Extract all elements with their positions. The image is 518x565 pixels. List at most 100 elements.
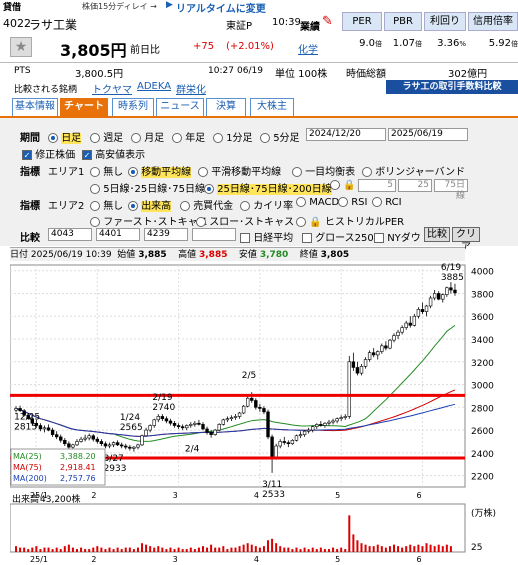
ma-set-5-25-75-radio[interactable] <box>90 184 100 194</box>
high-low-checkbox[interactable]: ✓ <box>82 150 92 160</box>
period-daily[interactable]: 日足 <box>48 129 82 144</box>
date-to-input[interactable]: 2025/06/19 <box>388 128 468 141</box>
area2-volume[interactable]: 出来高 <box>128 197 172 212</box>
compare-button[interactable]: 比較 <box>424 227 450 242</box>
area2-deviation-radio[interactable] <box>240 201 250 211</box>
area1-bollinger[interactable]: ボリンジャーバンド <box>362 163 465 178</box>
industry-link[interactable]: 化学 <box>298 41 318 56</box>
volume-bar <box>279 546 282 552</box>
high-low-option[interactable]: ✓ 高安値表示 <box>82 146 145 161</box>
compare-input-4[interactable] <box>192 228 236 241</box>
area2-none-radio[interactable] <box>90 201 100 211</box>
period-5min-radio[interactable] <box>260 133 270 143</box>
period-weekly-radio[interactable] <box>90 133 100 143</box>
earnings-link[interactable]: 業績 <box>300 18 320 33</box>
area1-smoothed-ma-radio[interactable] <box>198 167 208 177</box>
tab-chart[interactable]: チャート <box>60 98 108 116</box>
area2-fast-stoch[interactable]: ファースト･ストキャス <box>90 213 208 228</box>
area2-slow-stoch-radio[interactable] <box>196 217 206 227</box>
area1-ma[interactable]: 移動平均線 <box>128 163 192 178</box>
area1-none-radio[interactable] <box>90 167 100 177</box>
candle-body <box>376 351 380 356</box>
area1-ichimoku[interactable]: 一目均衡表 <box>292 163 355 178</box>
volume-bar <box>303 547 306 552</box>
volume-bar <box>234 547 237 552</box>
annotation-value: 2533 <box>262 490 285 500</box>
area2-rci-radio[interactable] <box>372 197 382 207</box>
margin-ratio-label: 信用倍率 <box>468 12 518 31</box>
nikkei-option[interactable]: 日経平均 <box>240 229 293 244</box>
nydow-checkbox[interactable] <box>374 233 384 243</box>
compare-link-tokuyama[interactable]: トクヤマ <box>92 81 132 96</box>
tab-news[interactable]: ニュース <box>156 98 204 116</box>
ma-custom-input-2[interactable]: 25 <box>398 179 432 192</box>
compare-input-3[interactable]: 4239 <box>144 228 188 241</box>
area2-rsi[interactable]: RSI <box>338 197 367 208</box>
area2-rci[interactable]: RCI <box>372 197 402 208</box>
ma-set-5-25-75[interactable]: 5日線･25日線･75日線 <box>90 180 205 195</box>
period-yearly-radio[interactable] <box>172 133 182 143</box>
ma-custom-input-3[interactable]: 75日線 <box>434 179 468 201</box>
area1-ichimoku-radio[interactable] <box>292 167 302 177</box>
candle-body <box>59 436 63 441</box>
volume-bar <box>275 543 278 552</box>
area2-none[interactable]: 無し <box>90 197 123 212</box>
compare-link-gunei[interactable]: 群栄化 <box>176 81 206 96</box>
period-daily-radio[interactable] <box>48 133 58 143</box>
period-1min[interactable]: 1分足 <box>213 129 253 144</box>
period-yearly[interactable]: 年足 <box>172 129 205 144</box>
price-chart[interactable]: 4000 3800 3600 3400 3200 3000 2800 2600 2400 2200… <box>10 262 518 565</box>
compare-input-1[interactable]: 4043 <box>48 228 92 241</box>
growth-option[interactable]: グロース250 <box>302 229 374 244</box>
period-monthly-radio[interactable] <box>131 133 141 143</box>
pencil-icon[interactable]: ✎ <box>322 14 333 29</box>
tab-timeseries[interactable]: 時系列 <box>112 98 154 116</box>
growth-checkbox[interactable] <box>302 233 312 243</box>
area1-bollinger-radio[interactable] <box>362 167 372 177</box>
area2-hist-per-radio[interactable] <box>296 217 306 227</box>
annotation-value: 2815 <box>14 423 37 433</box>
tab-shareholders[interactable]: 大株主 <box>250 98 294 116</box>
volume-bar <box>145 544 148 552</box>
candle-body <box>241 405 246 414</box>
area2-hist-per[interactable]: 🔒 ヒストリカルPER <box>296 213 404 228</box>
ma-set-25-75-200[interactable]: 25日線･75日線･200日線 <box>204 180 332 195</box>
period-1min-radio[interactable] <box>213 133 223 143</box>
area2-trading-value-radio[interactable] <box>180 201 190 211</box>
favorite-star-icon[interactable]: ★ <box>10 37 32 57</box>
nikkei-checkbox[interactable] <box>240 233 250 243</box>
area1-ma-radio[interactable] <box>128 167 138 177</box>
adjusted-price-option[interactable]: ✓ 修正株価 <box>22 146 75 161</box>
ma-set-25-75-200-radio[interactable] <box>204 184 214 194</box>
ma-custom-option[interactable]: 🔒 <box>330 180 356 191</box>
adjusted-price-checkbox[interactable]: ✓ <box>22 150 32 160</box>
area2-fast-stoch-radio[interactable] <box>90 217 100 227</box>
area2-deviation[interactable]: カイリ率 <box>240 197 293 212</box>
area2-volume-radio[interactable] <box>128 201 138 211</box>
area2-trading-value[interactable]: 売買代金 <box>180 197 233 212</box>
area2-macd-radio[interactable] <box>296 197 306 207</box>
area1-smoothed-ma[interactable]: 平滑移動平均線 <box>198 163 281 178</box>
tab-basic-info[interactable]: 基本情報 <box>12 98 58 116</box>
ma-custom-radio[interactable] <box>330 180 340 190</box>
tab-earnings[interactable]: 決算 <box>206 98 246 116</box>
period-5min[interactable]: 5分足 <box>260 129 300 144</box>
area2-rsi-radio[interactable] <box>338 197 348 207</box>
nydow-option[interactable]: NYダウ <box>374 229 421 244</box>
clear-button[interactable]: クリア <box>452 227 480 253</box>
volume-bar <box>173 549 176 552</box>
area2-macd[interactable]: MACD <box>296 197 339 208</box>
compare-link-adeka[interactable]: ADEKA <box>137 81 171 92</box>
area2-slow-stoch[interactable]: スロー･ストキャス <box>196 213 294 228</box>
period-weekly[interactable]: 週足 <box>90 129 123 144</box>
compare-input-2[interactable]: 4401 <box>96 228 140 241</box>
period-monthly[interactable]: 月足 <box>131 129 164 144</box>
volume-bar <box>206 547 209 552</box>
area1-none[interactable]: 無し <box>90 163 123 178</box>
fee-comparison-banner[interactable]: ラサ工の取引手数料比較 <box>386 80 518 94</box>
realtime-link[interactable]: リアルタイムに変更 <box>176 0 266 15</box>
period-label: 期間 <box>20 133 40 144</box>
candle-body <box>14 408 18 411</box>
ma-custom-input-1[interactable]: 5 <box>358 179 396 192</box>
date-from-input[interactable]: 2024/12/20 <box>306 128 386 141</box>
